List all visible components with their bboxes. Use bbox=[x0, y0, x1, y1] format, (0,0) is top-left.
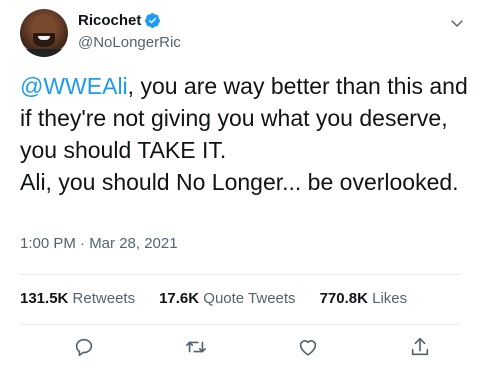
retweets-stat[interactable]: 131.5K Retweets bbox=[20, 290, 135, 307]
quote-tweets-label: Quote Tweets bbox=[203, 290, 296, 307]
avatar[interactable] bbox=[20, 9, 68, 57]
quote-tweets-stat[interactable]: 17.6K Quote Tweets bbox=[159, 290, 295, 307]
likes-label: Likes bbox=[372, 290, 408, 307]
likes-stat[interactable]: 770.8K Likes bbox=[320, 290, 408, 307]
reply-icon[interactable] bbox=[73, 336, 97, 360]
tweet-text: @WWEAli, you are way better than this an… bbox=[20, 70, 470, 198]
divider bbox=[20, 324, 460, 325]
likes-count: 770.8K bbox=[319, 290, 368, 307]
verified-badge-icon bbox=[144, 12, 161, 29]
retweets-count: 131.5K bbox=[20, 290, 69, 307]
author-handle[interactable]: @NoLongerRic bbox=[78, 34, 181, 51]
divider bbox=[20, 274, 460, 275]
quote-tweets-count: 17.6K bbox=[159, 290, 200, 307]
tweet-timestamp[interactable]: 1:00 PM · Mar 28, 2021 bbox=[20, 235, 178, 252]
heart-icon[interactable] bbox=[297, 336, 321, 360]
tweet-stats: 131.5K Retweets 17.6K Quote Tweets 770.8… bbox=[20, 290, 407, 307]
chevron-down-icon[interactable] bbox=[448, 14, 466, 32]
avatar-shirt bbox=[20, 49, 68, 57]
retweet-icon[interactable] bbox=[185, 336, 209, 360]
author-name-row: Ricochet bbox=[78, 12, 161, 29]
tweet-actions bbox=[0, 336, 480, 366]
share-icon[interactable] bbox=[409, 336, 433, 360]
retweets-label: Retweets bbox=[72, 290, 136, 307]
tweet-mention-link[interactable]: @WWEAli bbox=[20, 73, 128, 99]
author-display-name[interactable]: Ricochet bbox=[78, 12, 141, 29]
